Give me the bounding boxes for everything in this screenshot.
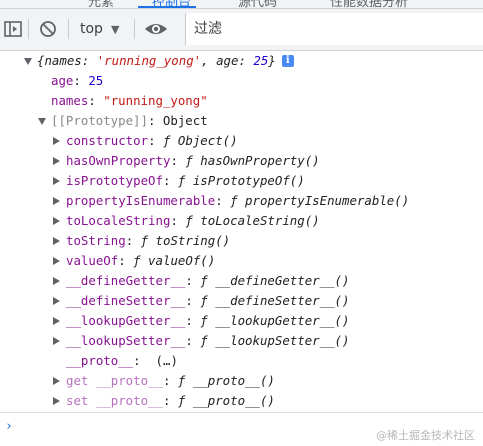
member-function: ƒ toString() [140, 233, 231, 248]
context-label: top [80, 21, 103, 37]
property-row-age: age: 25 [51, 71, 103, 91]
expand-triangle-icon[interactable] [24, 57, 32, 65]
member-function: ƒ __defineSetter__() [200, 293, 350, 308]
member-function: ƒ __proto__() [177, 393, 275, 408]
property-row-names: names: "running_yong" [51, 91, 208, 111]
sidebar-toggle-icon[interactable] [2, 18, 24, 40]
toolbar-divider [134, 19, 135, 39]
console-toolbar: top ▼ [0, 9, 483, 51]
member-key: toLocaleString [66, 213, 171, 228]
member-row[interactable]: hasOwnProperty: ƒ hasOwnProperty() [53, 151, 320, 171]
member-key: get __proto__ [66, 373, 163, 388]
active-tab-indicator [138, 6, 196, 8]
expand-triangle-icon[interactable] [53, 317, 60, 325]
member-key: hasOwnProperty [66, 153, 171, 168]
toolbar-divider [28, 19, 29, 39]
member-function: ƒ __lookupGetter__() [200, 313, 350, 328]
chevron-down-icon: ▼ [110, 22, 120, 36]
member-key: __lookupGetter__ [66, 313, 186, 328]
prompt-chevron-icon: › [5, 419, 13, 434]
member-function: ƒ __lookupSetter__() [200, 333, 350, 348]
expand-triangle-icon[interactable] [53, 237, 60, 245]
member-function: ƒ Object() [162, 133, 238, 148]
member-key: toString [66, 233, 126, 248]
member-key: __proto__ [66, 353, 134, 368]
member-function: ƒ valueOf() [133, 253, 216, 268]
member-row[interactable]: toString: ƒ toString() [53, 231, 230, 251]
member-function: ƒ toLocaleString() [185, 213, 320, 228]
context-selector[interactable]: top ▼ [80, 18, 119, 40]
expand-triangle-icon[interactable] [53, 297, 60, 305]
member-row[interactable]: constructor: ƒ Object() [53, 131, 238, 151]
expand-triangle-icon[interactable] [53, 137, 60, 145]
expand-triangle-icon[interactable] [38, 117, 46, 125]
member-key: valueOf [66, 253, 119, 268]
object-preview: {names: 'running_yong', age: 25} [37, 53, 276, 68]
expand-triangle-icon[interactable] [53, 397, 60, 405]
property-key: names [51, 93, 89, 108]
member-row[interactable]: valueOf: ƒ valueOf() [53, 251, 215, 271]
member-function: ƒ isPrototypeOf() [177, 173, 305, 188]
member-key: isPrototypeOf [66, 173, 163, 188]
member-row[interactable]: toLocaleString: ƒ toLocaleString() [53, 211, 320, 231]
getter-row[interactable]: get __proto__: ƒ __proto__() [53, 371, 275, 391]
expand-triangle-icon[interactable] [53, 177, 60, 185]
info-icon[interactable]: i [281, 55, 294, 67]
expand-triangle-icon[interactable] [53, 197, 60, 205]
devtools-tab-strip: 元素 控制台 源代码 性能数据分析 [0, 0, 483, 9]
member-key: __defineSetter__ [66, 293, 186, 308]
property-key: age [51, 73, 74, 88]
expand-triangle-icon[interactable] [53, 377, 60, 385]
expand-triangle-icon[interactable] [53, 277, 60, 285]
member-function: ƒ __defineGetter__() [200, 273, 350, 288]
member-key: __defineGetter__ [66, 273, 186, 288]
lazy-value[interactable]: (…) [156, 351, 178, 371]
member-row[interactable]: __defineSetter__: ƒ __defineSetter__() [53, 291, 349, 311]
tab-sources[interactable]: 源代码 [238, 0, 277, 8]
filter-input[interactable] [185, 13, 483, 45]
tab-performance[interactable]: 性能数据分析 [330, 0, 408, 8]
member-row[interactable]: __defineGetter__: ƒ __defineGetter__() [53, 271, 349, 291]
prototype-row[interactable]: [[Prototype]]: Object [38, 111, 208, 131]
member-row[interactable]: isPrototypeOf: ƒ isPrototypeOf() [53, 171, 305, 191]
object-summary-row[interactable]: {names: 'running_yong', age: 25} i [24, 51, 294, 71]
member-function: ƒ __proto__() [177, 373, 275, 388]
property-value: "running_yong" [103, 93, 208, 108]
member-row[interactable]: __lookupSetter__: ƒ __lookupSetter__() [53, 331, 349, 351]
expand-triangle-icon[interactable] [53, 337, 60, 345]
console-output: {names: 'running_yong', age: 25} i age: … [0, 51, 483, 412]
member-function: ƒ propertyIsEnumerable() [230, 193, 410, 208]
property-value: 25 [88, 73, 104, 88]
toolbar-divider [68, 19, 69, 39]
member-key: propertyIsEnumerable [66, 193, 216, 208]
member-row[interactable]: __lookupGetter__: ƒ __lookupGetter__() [53, 311, 349, 331]
expand-triangle-icon[interactable] [53, 257, 60, 265]
setter-row[interactable]: set __proto__: ƒ __proto__() [53, 391, 275, 411]
proto-accessor-row[interactable]: __proto__: (…) [66, 351, 178, 371]
member-key: __lookupSetter__ [66, 333, 186, 348]
expand-triangle-icon[interactable] [53, 157, 60, 165]
expand-triangle-icon[interactable] [53, 217, 60, 225]
member-key: set __proto__ [66, 393, 163, 408]
watermark: @稀土掘金技术社区 [376, 429, 475, 442]
tab-elements[interactable]: 元素 [88, 0, 114, 8]
property-value: Object [162, 113, 208, 128]
clear-console-icon[interactable] [37, 18, 59, 40]
console-prompt-area[interactable]: › @稀土掘金技术社区 [0, 412, 483, 446]
property-key: [[Prototype]] [51, 113, 148, 128]
member-key: constructor [66, 133, 149, 148]
live-expression-eye-icon[interactable] [143, 18, 169, 40]
member-function: ƒ hasOwnProperty() [185, 153, 320, 168]
member-row[interactable]: propertyIsEnumerable: ƒ propertyIsEnumer… [53, 191, 409, 211]
